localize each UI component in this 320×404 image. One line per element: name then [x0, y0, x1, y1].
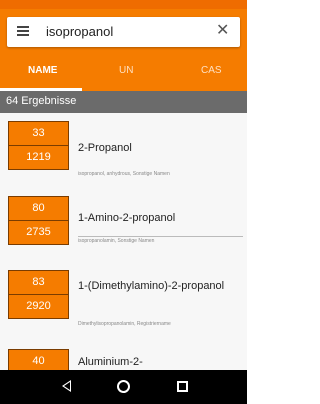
item-name: 1-Amino-2-propanol — [78, 212, 176, 224]
item-name: Aluminium-2- — [78, 356, 143, 368]
tab-bar: NAME UN CAS — [0, 59, 247, 91]
divider — [78, 236, 243, 237]
close-icon[interactable]: ✕ — [216, 21, 229, 41]
recent-apps-square-icon[interactable] — [177, 381, 188, 392]
item-subtitle: isopropanol, anhydrous, Sonstige Namen — [78, 171, 170, 177]
cas-number: 2735 — [26, 226, 51, 238]
code-box: 80 2735 — [8, 196, 69, 245]
code-box: 40 — [8, 349, 69, 370]
list-item[interactable]: 80 2735 1-Amino-2-propanol isopropanolam… — [0, 196, 247, 262]
search-box[interactable]: isopropanol ✕ — [7, 17, 240, 47]
status-bar — [0, 0, 247, 9]
cas-number: 2920 — [26, 300, 51, 312]
app-bar: isopropanol ✕ NAME UN CAS — [0, 9, 247, 91]
search-input[interactable]: isopropanol — [46, 24, 113, 39]
tab-name[interactable]: NAME — [28, 65, 57, 76]
item-subtitle: Dimethylisopropanolamin, Registriername — [78, 321, 171, 327]
results-count: 64 Ergebnisse — [6, 95, 77, 107]
item-subtitle: isopropanolamin, Sonstige Namen — [78, 238, 155, 244]
code-box: 33 1219 — [8, 121, 69, 170]
un-number: 80 — [9, 197, 68, 221]
un-number: 83 — [9, 271, 68, 295]
list-item[interactable]: 40 Aluminium-2- — [0, 349, 247, 370]
tab-cas[interactable]: CAS — [201, 65, 222, 76]
list-item[interactable]: 33 1219 2-Propanol isopropanol, anhydrou… — [0, 121, 247, 187]
home-circle-icon[interactable] — [117, 380, 130, 393]
navigation-bar — [0, 370, 247, 404]
back-triangle-inner — [64, 382, 70, 390]
item-name: 2-Propanol — [78, 142, 132, 154]
tab-un[interactable]: UN — [119, 65, 133, 76]
un-number: 33 — [9, 122, 68, 146]
cas-number: 1219 — [26, 151, 51, 163]
results-header: 64 Ergebnisse — [0, 91, 247, 113]
code-box: 83 2920 — [8, 270, 69, 319]
item-name: 1-(Dimethylamino)-2-propanol — [78, 280, 225, 292]
un-number: 40 — [9, 350, 68, 370]
list-item[interactable]: 83 2920 1-(Dimethylamino)-2-propanol Dim… — [0, 270, 247, 336]
hamburger-menu-icon[interactable] — [17, 26, 29, 36]
results-list[interactable]: 33 1219 2-Propanol isopropanol, anhydrou… — [0, 113, 247, 370]
